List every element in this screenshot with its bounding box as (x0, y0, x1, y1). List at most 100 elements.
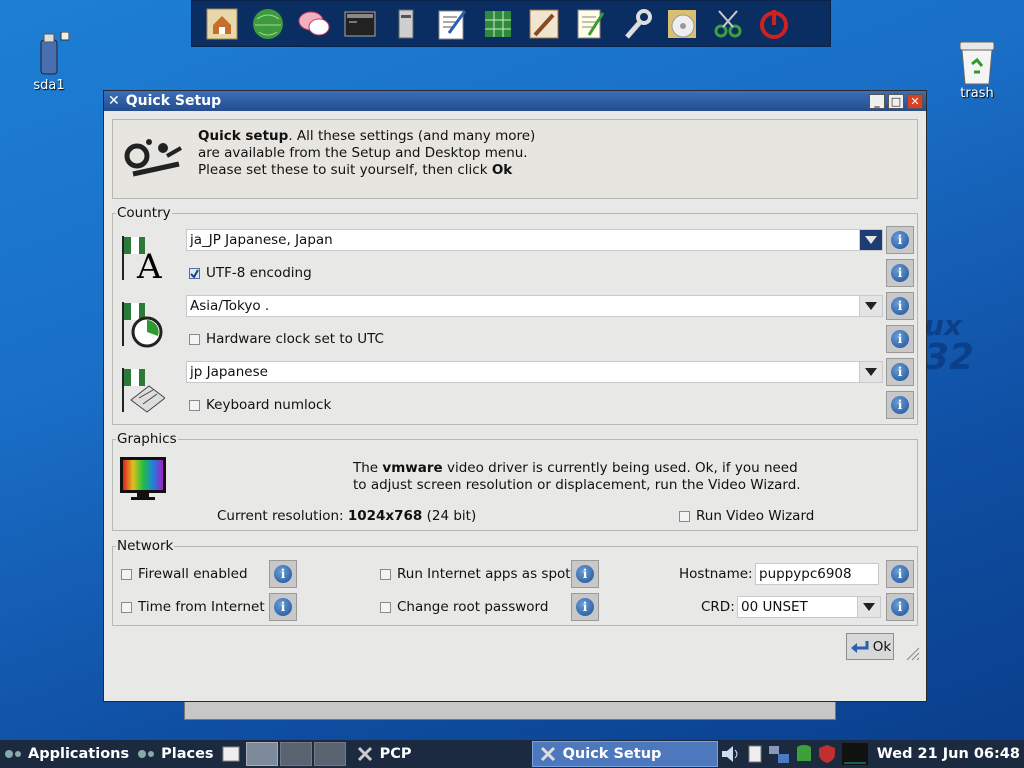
terminal-icon[interactable] (342, 6, 378, 42)
info-icon: i (576, 598, 594, 616)
desktop-icon-trash[interactable]: trash (950, 38, 1004, 101)
time-info-button[interactable]: i (269, 593, 297, 621)
window-menu-icon[interactable]: ✕ (108, 93, 120, 109)
notes-icon[interactable] (572, 6, 608, 42)
editor-icon[interactable] (434, 6, 470, 42)
timezone-info-button[interactable]: i (886, 292, 914, 320)
resize-grip-icon[interactable] (906, 647, 920, 661)
disc-icon[interactable] (664, 6, 700, 42)
info-icon: i (891, 297, 909, 315)
graphics-frame-label: Graphics (116, 431, 178, 447)
country-frame: Country A ja_JP Japanese, Japan i UTF-8 … (112, 205, 918, 425)
chat-icon[interactable] (296, 6, 332, 42)
desktop-icon-label: trash (960, 86, 994, 101)
hostname-input[interactable]: puppypc6908 (755, 563, 879, 585)
monitor-icon (120, 457, 166, 500)
ok-button[interactable]: Ok (846, 633, 894, 660)
time-from-internet-checkbox[interactable] (121, 601, 132, 613)
workspace-switcher[interactable] (245, 742, 346, 766)
crd-label: CRD: (701, 599, 735, 615)
firewall-info-button[interactable]: i (269, 560, 297, 588)
utf8-checkbox-row[interactable]: UTF-8 encoding (189, 265, 312, 281)
chevron-down-icon[interactable] (859, 296, 882, 316)
timezone-select[interactable]: Asia/Tokyo . (186, 295, 883, 317)
spot-label: Run Internet apps as spot (397, 566, 571, 582)
applications-menu[interactable]: Applications (0, 740, 133, 768)
root-password-checkbox[interactable] (380, 601, 391, 613)
crd-info-button[interactable]: i (886, 593, 914, 621)
info-icon: i (274, 565, 292, 583)
locale-info-button[interactable]: i (886, 226, 914, 254)
spot-info-button[interactable]: i (571, 560, 599, 588)
task-quick-setup[interactable]: Quick Setup (531, 741, 718, 767)
rootpw-checkbox-row[interactable]: Change root password (380, 599, 548, 615)
chevron-down-icon[interactable] (859, 362, 882, 382)
spot-checkbox-row[interactable]: Run Internet apps as spot (380, 566, 571, 582)
firewall-shield-icon[interactable] (818, 744, 836, 764)
workspace-2[interactable] (279, 742, 312, 766)
utf8-info-button[interactable]: i (886, 259, 914, 287)
desktop-icon-label: sda1 (33, 78, 65, 93)
places-menu[interactable]: Places (133, 740, 217, 768)
clock-flag-icon (122, 302, 163, 348)
desktop-icon-sda1[interactable]: sda1 (24, 32, 74, 93)
scissors-icon[interactable] (710, 6, 746, 42)
task-pcp[interactable]: PCP (350, 741, 532, 767)
chevron-down-icon[interactable] (859, 230, 882, 250)
volume-icon[interactable] (720, 744, 742, 764)
hwclock-checkbox[interactable] (189, 333, 200, 345)
chevron-down-icon[interactable] (857, 597, 880, 617)
clock[interactable]: Wed 21 Jun 06:48 (877, 746, 1020, 762)
background-window-toolbar (184, 700, 836, 720)
taskbar: Applications Places PCP Quick Setup Wed … (0, 740, 1024, 768)
numlock-info-button[interactable]: i (886, 391, 914, 419)
hostname-info-button[interactable]: i (886, 560, 914, 588)
workspace-3[interactable] (313, 742, 346, 766)
crd-select[interactable]: 00 UNSET (737, 596, 881, 618)
keyboard-flag-icon (122, 368, 165, 413)
firewall-checkbox[interactable] (121, 568, 132, 580)
drive-icon[interactable] (388, 6, 424, 42)
time-checkbox-row[interactable]: Time from Internet (121, 599, 265, 615)
network-frame: Network Firewall enabled i Time from Int… (112, 538, 918, 626)
hwclock-checkbox-row[interactable]: Hardware clock set to UTC (189, 331, 384, 347)
window-titlebar[interactable]: ✕ Quick Setup _ □ ✕ (104, 91, 926, 111)
power-icon[interactable] (756, 6, 792, 42)
video-wizard-checkbox-row[interactable]: Run Video Wizard (679, 508, 814, 524)
spreadsheet-icon[interactable] (480, 6, 516, 42)
spot-checkbox[interactable] (380, 568, 391, 580)
show-desktop-button[interactable] (218, 740, 244, 768)
top-dock (191, 0, 831, 47)
keyboard-layout-select[interactable]: jp Japanese (186, 361, 883, 383)
wrench-icon[interactable] (618, 6, 654, 42)
minimize-button[interactable]: _ (869, 93, 885, 109)
workspace-1[interactable] (245, 742, 278, 766)
numlock-label: Keyboard numlock (206, 397, 332, 413)
locale-select-value: ja_JP Japanese, Japan (190, 232, 333, 248)
clipboard-icon[interactable] (748, 744, 762, 764)
places-label: Places (161, 746, 214, 762)
paint-icon[interactable] (526, 6, 562, 42)
keyboard-info-button[interactable]: i (886, 358, 914, 386)
svg-text:A: A (136, 247, 162, 282)
hwclock-label: Hardware clock set to UTC (206, 331, 384, 347)
globe-icon[interactable] (250, 6, 286, 42)
rootpw-info-button[interactable]: i (571, 593, 599, 621)
hostname-value: puppypc6908 (759, 566, 852, 582)
firewall-label: Firewall enabled (138, 566, 248, 582)
locale-select[interactable]: ja_JP Japanese, Japan (186, 229, 883, 251)
utf8-checkbox[interactable] (189, 267, 200, 279)
numlock-checkbox[interactable] (189, 399, 200, 411)
graphics-description: The vmware video driver is currently bei… (353, 460, 801, 493)
storage-icon[interactable] (796, 744, 812, 764)
home-icon[interactable] (204, 6, 240, 42)
close-button[interactable]: ✕ (907, 93, 923, 109)
firewall-checkbox-row[interactable]: Firewall enabled (121, 566, 248, 582)
keyboard-layout-value: jp Japanese (190, 364, 268, 380)
hwclock-info-button[interactable]: i (886, 325, 914, 353)
network-icon[interactable] (768, 744, 790, 764)
cpu-monitor-icon[interactable] (841, 743, 868, 765)
numlock-checkbox-row[interactable]: Keyboard numlock (189, 397, 331, 413)
maximize-button[interactable]: □ (888, 93, 904, 109)
video-wizard-checkbox[interactable] (679, 510, 690, 522)
